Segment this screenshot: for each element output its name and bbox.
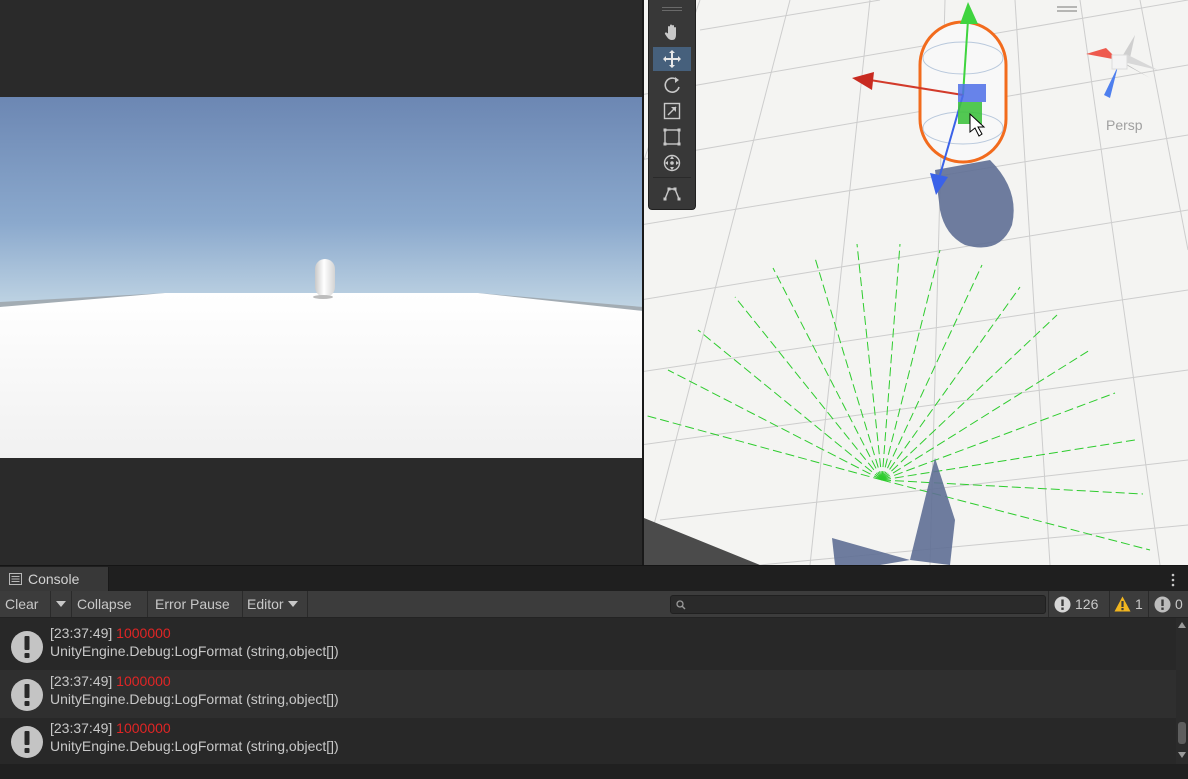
console-tab-label: Console (28, 571, 80, 587)
log-value: 1000000 (116, 625, 171, 641)
error-count: 0 (1175, 596, 1183, 612)
log-message: [23:37:49] 1000000 (50, 673, 171, 689)
editor-dropdown[interactable]: Editor (247, 591, 298, 617)
search-input[interactable] (691, 596, 1041, 613)
search-icon (676, 600, 686, 610)
rect-icon (663, 128, 681, 146)
rect-tool-button[interactable] (653, 125, 691, 149)
capsule-shadow (313, 295, 333, 299)
warning-count: 1 (1135, 596, 1143, 612)
rotate-icon (664, 77, 680, 93)
chevron-down-icon (56, 601, 66, 607)
scene-canvas[interactable] (644, 0, 1188, 565)
search-field[interactable] (670, 595, 1046, 614)
clear-options-dropdown[interactable] (54, 591, 68, 617)
log-entry[interactable]: [23:37:49] 1000000 UnityEngine.Debug:Log… (0, 622, 1176, 670)
custom-tool-icon (663, 187, 681, 201)
move-icon (663, 50, 681, 68)
console-toolbar: Clear Collapse Error Pause Editor 126 1 … (0, 591, 1188, 618)
log-stacktrace: UnityEngine.Debug:LogFormat (string,obje… (50, 691, 339, 707)
gizmo-plane-xz (958, 84, 986, 102)
log-stacktrace: UnityEngine.Debug:LogFormat (string,obje… (50, 643, 339, 659)
console-tab-icon (9, 573, 22, 585)
game-render[interactable] (0, 97, 643, 458)
clear-button[interactable]: Clear (5, 591, 38, 617)
log-stacktrace: UnityEngine.Debug:LogFormat (string,obje… (50, 738, 339, 754)
more-options-icon[interactable] (1171, 573, 1175, 587)
log-message: [23:37:49] 1000000 (50, 625, 171, 641)
error-count-toggle[interactable]: 0 (1154, 591, 1183, 617)
info-icon (1054, 596, 1071, 612)
hand-tool-button[interactable] (653, 21, 691, 45)
warning-icon (1114, 596, 1131, 612)
log-message: [23:37:49] 1000000 (50, 720, 171, 736)
log-entry[interactable]: [23:37:49] 1000000 UnityEngine.Debug:Log… (0, 717, 1176, 764)
scroll-thumb[interactable] (1178, 722, 1186, 744)
scroll-up-icon[interactable] (1178, 622, 1186, 628)
error-icon (1154, 596, 1171, 612)
tool-palette (648, 0, 696, 210)
custom-tool-button[interactable] (653, 181, 691, 205)
console-window: Console Clear Collapse Error Pause Edito… (0, 565, 1188, 779)
log-count: 126 (1075, 596, 1099, 612)
collapse-button[interactable]: Collapse (77, 591, 131, 617)
projection-label[interactable]: Persp (1106, 117, 1143, 133)
log-time: [23:37:49] (50, 720, 113, 736)
scale-tool-button[interactable] (653, 99, 691, 123)
log-value: 1000000 (116, 673, 171, 689)
log-entry[interactable]: [23:37:49] 1000000 UnityEngine.Debug:Log… (0, 670, 1176, 718)
log-count-toggle[interactable]: 126 (1054, 591, 1098, 617)
log-value: 1000000 (116, 720, 171, 736)
chevron-down-icon (287, 601, 298, 607)
transform-icon (663, 154, 681, 172)
hand-icon (664, 24, 676, 40)
scroll-down-icon[interactable] (1178, 752, 1186, 758)
console-detail-area (0, 764, 1188, 779)
log-info-icon (11, 631, 43, 663)
rotate-tool-button[interactable] (653, 73, 691, 97)
scale-icon (663, 102, 681, 120)
scene-view[interactable]: Persp (644, 0, 1188, 565)
error-pause-button[interactable]: Error Pause (155, 591, 230, 617)
capsule (315, 259, 335, 297)
move-tool-button[interactable] (653, 47, 691, 71)
log-scrollbar[interactable] (1176, 618, 1188, 764)
tab-console[interactable]: Console (0, 567, 109, 592)
log-info-icon (11, 679, 43, 711)
game-view[interactable] (0, 0, 643, 565)
scene-ground (644, 0, 1188, 565)
editor-dropdown-label: Editor (247, 596, 284, 612)
warning-count-toggle[interactable]: 1 (1114, 591, 1143, 617)
log-list[interactable]: [23:37:49] 1000000 UnityEngine.Debug:Log… (0, 618, 1176, 764)
log-time: [23:37:49] (50, 673, 113, 689)
console-tab-bar: Console (0, 565, 1188, 592)
transform-tool-button[interactable] (653, 151, 691, 175)
log-info-icon (11, 726, 43, 758)
game-scene (0, 97, 643, 458)
ground-plane (0, 293, 643, 458)
log-time: [23:37:49] (50, 625, 113, 641)
